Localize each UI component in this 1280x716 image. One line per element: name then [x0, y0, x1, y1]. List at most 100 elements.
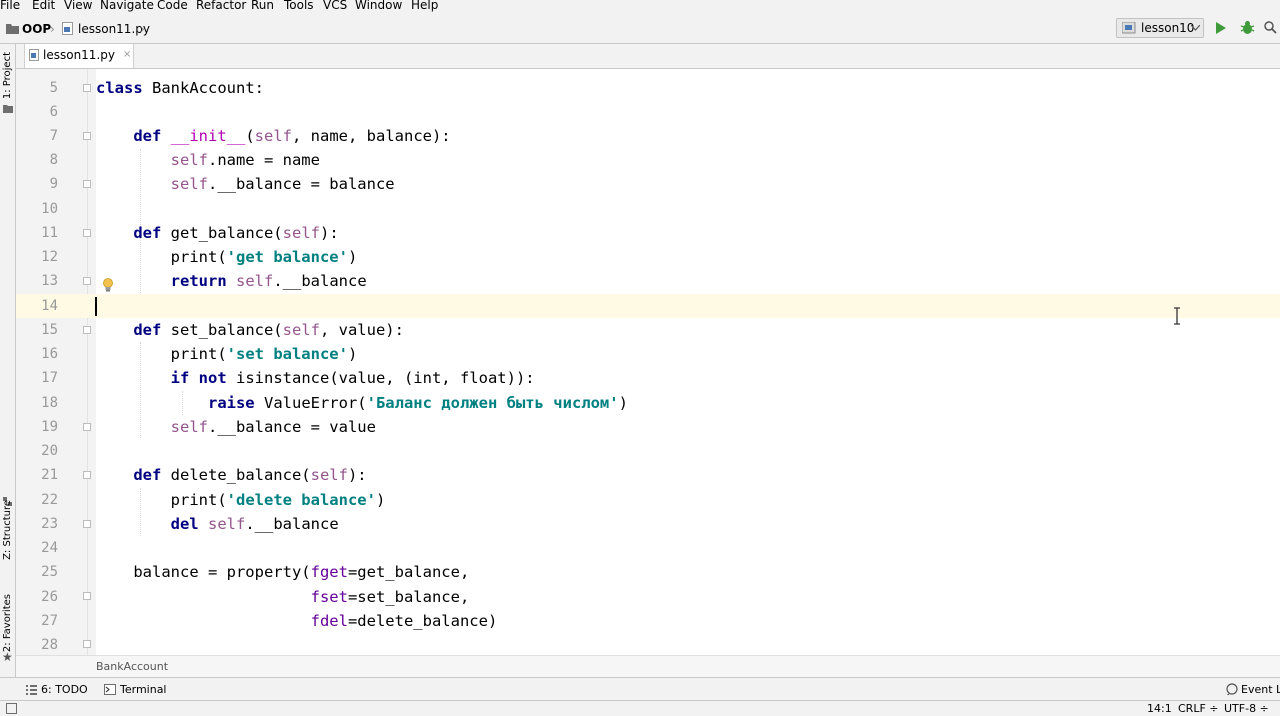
code-breadcrumb-bar: BankAccount — [16, 655, 1280, 677]
encoding-select[interactable]: UTF-8 ÷ — [1224, 702, 1269, 715]
python-file-icon — [29, 49, 39, 61]
navigation-bar: OOP › lesson11.py › lesson10 — [0, 14, 1280, 44]
code-line: def get_balance(self): — [133, 224, 339, 242]
menu-window[interactable]: Window — [355, 0, 402, 12]
code-line: print('get balance') — [96, 248, 358, 266]
code-line: print('set balance') — [96, 345, 358, 363]
menu-tools[interactable]: Tools — [284, 0, 314, 12]
current-line-highlight — [16, 294, 1280, 318]
run-configuration-select[interactable]: lesson10 — [1116, 18, 1204, 38]
line-number: 26 — [41, 589, 58, 605]
tab-label: lesson11.py — [43, 48, 115, 62]
line-number: 13 — [41, 273, 58, 289]
fold-marker-icon[interactable] — [83, 592, 91, 600]
folder-icon — [6, 24, 19, 34]
fold-marker-icon[interactable] — [83, 640, 91, 648]
gutter-divider — [87, 69, 88, 655]
line-separator-select[interactable]: CRLF ÷ — [1178, 702, 1219, 715]
menu-run[interactable]: Run — [251, 0, 274, 12]
line-number: 22 — [41, 492, 58, 508]
todo-tool-button[interactable]: 6: TODO — [41, 683, 88, 696]
line-number: 17 — [41, 370, 58, 386]
project-folder-icon — [3, 105, 13, 113]
event-log-tool-button[interactable]: Event Lo — [1241, 683, 1280, 696]
menu-refactor[interactable]: Refactor — [196, 0, 246, 12]
fold-marker-icon[interactable] — [83, 471, 91, 479]
line-number: 15 — [41, 322, 58, 338]
fold-marker-icon[interactable] — [83, 520, 91, 528]
line-number: 12 — [41, 249, 58, 265]
code-line: return self.__balance — [170, 272, 367, 290]
fold-marker-icon[interactable] — [83, 180, 91, 188]
code-line: if not isinstance(value, (int, float)): — [170, 369, 535, 387]
line-number: 16 — [41, 346, 58, 362]
star-icon: ★ — [2, 650, 13, 664]
fold-marker-icon[interactable] — [83, 326, 91, 334]
fold-marker-icon[interactable] — [83, 229, 91, 237]
status-bar: 14:1 CRLF ÷ UTF-8 ÷ — [0, 700, 1280, 716]
menu-code[interactable]: Code — [157, 0, 188, 12]
cursor-position[interactable]: 14:1 — [1147, 702, 1172, 715]
code-line: fdel=delete_balance) — [310, 612, 498, 630]
line-number: 27 — [41, 613, 58, 629]
menu-view[interactable]: View — [64, 0, 92, 12]
code-line: def delete_balance(self): — [133, 466, 367, 484]
code-line: raise ValueError('Баланс должен быть чис… — [207, 394, 628, 412]
line-number: 8 — [49, 152, 58, 168]
python-file-icon — [62, 22, 73, 35]
line-number: 24 — [41, 540, 58, 556]
mouse-ibeam-cursor-icon — [1174, 307, 1180, 325]
line-number: 11 — [41, 225, 58, 241]
debug-icon[interactable] — [1240, 20, 1255, 35]
menu-bar: File Edit View Navigate Code Refactor Ru… — [0, 0, 1280, 14]
menu-help[interactable]: Help — [411, 0, 438, 12]
code-line: del self.__balance — [170, 515, 339, 533]
line-number: 18 — [41, 395, 58, 411]
menu-vcs[interactable]: VCS — [323, 0, 347, 12]
menu-edit[interactable]: Edit — [32, 0, 55, 12]
line-number: 6 — [49, 104, 58, 120]
menu-navigate[interactable]: Navigate — [100, 0, 154, 12]
fold-marker-icon[interactable] — [83, 132, 91, 140]
tool-window-toggle-icon[interactable] — [6, 703, 17, 714]
structure-tool-button[interactable]: Z: Structure — [1, 500, 14, 560]
code-line: fset=set_balance, — [310, 588, 470, 606]
breadcrumb-project[interactable]: OOP — [22, 22, 51, 36]
editor-tab-bar: lesson11.py × — [16, 44, 1280, 69]
tab-lesson11[interactable]: lesson11.py × — [24, 44, 134, 68]
line-number: 23 — [41, 516, 58, 532]
project-tool-button[interactable]: 1: Project — [1, 52, 14, 99]
line-number: 14 — [41, 298, 58, 314]
code-line: print('delete balance') — [96, 491, 386, 509]
favorites-tool-button[interactable]: 2: Favorites — [1, 594, 14, 652]
terminal-tool-button[interactable]: Terminal — [120, 683, 167, 696]
breadcrumb-separator-icon: › — [140, 22, 145, 36]
fold-marker-icon[interactable] — [83, 277, 91, 285]
terminal-icon — [104, 684, 116, 695]
line-number: 25 — [41, 564, 58, 580]
text-caret — [95, 297, 97, 316]
left-tool-strip: 1: Project Z: Structure 2: Favorites ★ — [0, 44, 16, 700]
code-line: balance = property(fget=get_balance, — [96, 563, 470, 581]
line-number: 10 — [41, 201, 58, 217]
todo-icon — [26, 685, 37, 695]
code-line: self.name = name — [170, 151, 320, 169]
code-line: self.__balance = value — [170, 418, 376, 436]
code-line: self.__balance = balance — [170, 175, 395, 193]
run-icon[interactable] — [1216, 22, 1226, 34]
fold-marker-icon[interactable] — [83, 423, 91, 431]
line-number: 9 — [49, 176, 58, 192]
breadcrumb-separator-icon: › — [50, 22, 55, 36]
code-editor[interactable]: 5 6 7 8 9 10 11 12 13 14 15 16 17 18 19 … — [16, 69, 1280, 655]
fold-marker-icon[interactable] — [83, 84, 91, 92]
line-number: 7 — [49, 128, 58, 144]
code-line: def set_balance(self, value): — [133, 321, 404, 339]
python-run-config-icon — [1122, 22, 1136, 34]
code-line: class BankAccount: — [96, 79, 264, 97]
search-icon[interactable] — [1264, 21, 1277, 34]
code-line: def __init__(self, name, balance): — [133, 127, 451, 145]
lightbulb-icon[interactable] — [102, 278, 114, 292]
code-breadcrumb-class[interactable]: BankAccount — [96, 660, 168, 673]
menu-file[interactable]: File — [0, 0, 20, 12]
close-icon[interactable]: × — [123, 48, 131, 62]
